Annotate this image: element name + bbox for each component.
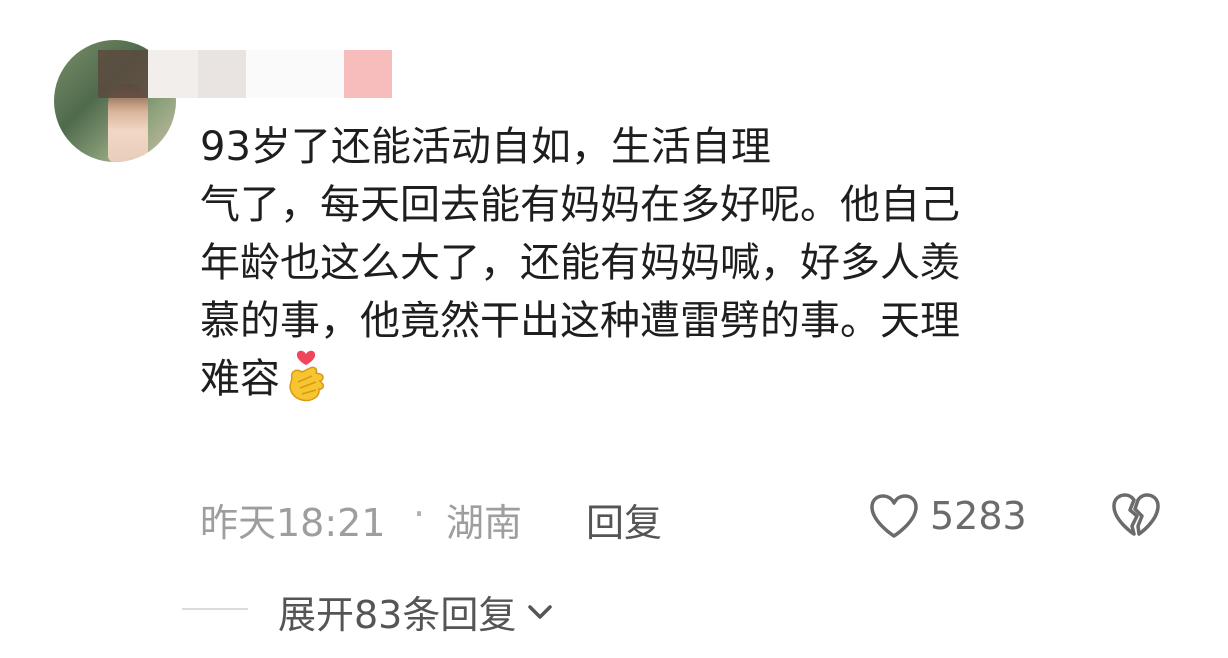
- expand-replies-label: 展开83条回复: [278, 593, 517, 637]
- comment-line-text: 难容: [200, 356, 280, 402]
- comment-line: 93岁了还能活动自如，生活自理: [200, 124, 771, 170]
- meta-separator: ·: [413, 492, 426, 536]
- username-redacted: [198, 50, 246, 98]
- comment-line: 慕的事，他竟然干出这种遭雷劈的事。天理: [200, 298, 960, 344]
- username-redacted: [98, 50, 148, 98]
- username-redacted: [246, 50, 344, 98]
- username-redacted: [148, 50, 198, 98]
- comment-line: 年龄也这么大了，还能有妈妈喊，好多人羡: [200, 240, 960, 286]
- like-button[interactable]: 5283: [868, 488, 1027, 544]
- reply-button[interactable]: 回复: [586, 492, 662, 547]
- username-redacted: [344, 50, 392, 98]
- comment-location: 湖南: [446, 501, 523, 545]
- finger-heart-emoji-icon: [284, 348, 328, 406]
- expand-replies-button[interactable]: 展开83条回复: [278, 584, 556, 639]
- comment-line-last: 难容: [200, 350, 1160, 410]
- comment-body: 93岁了还能活动自如，生活自理 气了，每天回去能有妈妈在多好呢。他自己 年龄也这…: [200, 118, 1160, 410]
- comment-meta: 昨天18:21 · 湖南 回复 5283: [200, 488, 1180, 547]
- expand-replies: 展开83条回复: [182, 580, 782, 639]
- broken-heart-icon[interactable]: [1110, 490, 1162, 540]
- like-count: 5283: [930, 494, 1027, 538]
- divider-line: [182, 608, 248, 610]
- heart-outline-icon: [870, 494, 918, 538]
- comment-line: 气了，每天回去能有妈妈在多好呢。他自己: [200, 182, 960, 228]
- chevron-down-icon: [528, 604, 553, 619]
- comment-timestamp: 昨天18:21: [200, 501, 386, 545]
